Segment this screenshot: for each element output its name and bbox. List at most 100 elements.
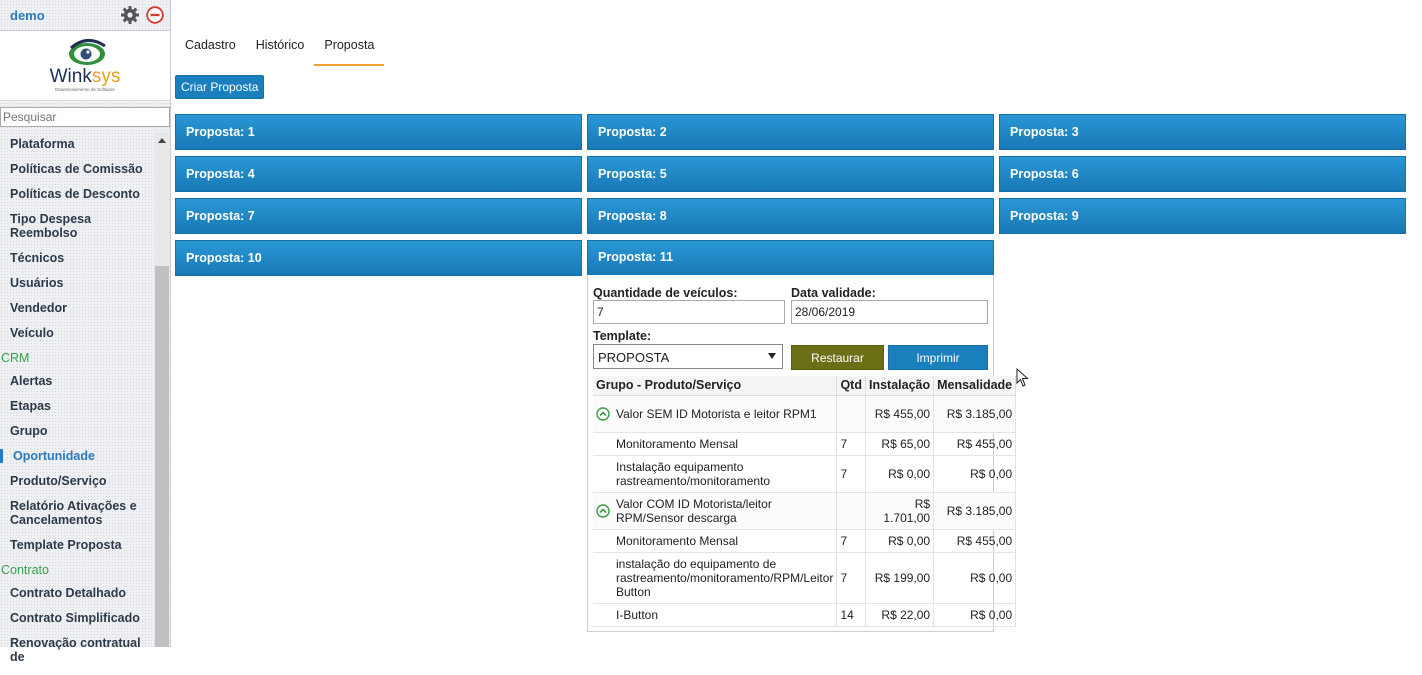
product-cell: instalação do equipamento de rastreament… xyxy=(593,552,838,604)
mouse-cursor-icon xyxy=(1016,368,1029,387)
sidebar-scrollbar-thumb[interactable] xyxy=(155,266,169,647)
mensalidade-cell: R$ 0,00 xyxy=(933,455,1017,493)
proposal-panel-7[interactable]: Proposta: 7 xyxy=(175,198,582,234)
data-validade-label: Data validade: xyxy=(791,286,876,300)
proposal-panel-9[interactable]: Proposta: 9 xyxy=(999,198,1406,234)
sidebar-item-relatorio[interactable]: Relatório Ativações e Cancelamentos xyxy=(0,499,155,527)
sidebar-item-oportunidade[interactable]: Oportunidade xyxy=(0,449,155,463)
mensalidade-cell: R$ 0,00 xyxy=(933,552,1017,604)
tab-bar: Cadastro Histórico Proposta xyxy=(175,34,385,66)
chevron-up-circle-icon[interactable] xyxy=(596,406,610,421)
instalacao-cell: R$ 199,00 xyxy=(865,552,935,604)
qtd-cell xyxy=(836,395,866,433)
qtd-cell: 7 xyxy=(836,432,866,456)
sidebar-section-contrato[interactable]: Contrato xyxy=(0,563,155,577)
qtd-input[interactable] xyxy=(593,300,785,324)
mensalidade-cell: R$ 3.185,00 xyxy=(933,492,1017,530)
table-row: Monitoramento Mensal 7 R$ 65,00 R$ 455,0… xyxy=(593,432,1017,456)
qtd-cell: 7 xyxy=(836,552,866,604)
instalacao-cell: R$ 0,00 xyxy=(865,529,935,553)
col-header-qtd: Qtd xyxy=(836,376,866,396)
mensalidade-cell: R$ 455,00 xyxy=(933,432,1017,456)
table-group-row[interactable]: Valor SEM ID Motorista e leitor RPM1 R$ … xyxy=(593,395,1017,433)
tab-cadastro[interactable]: Cadastro xyxy=(175,34,246,66)
sidebar-item-tipo-despesa[interactable]: Tipo Despesa Reembolso xyxy=(0,212,155,240)
instalacao-cell: R$ 0,00 xyxy=(865,455,935,493)
qtd-label: Quantidade de veículos: xyxy=(593,286,738,300)
sidebar-header: demo xyxy=(0,0,170,31)
sidebar-item-alertas[interactable]: Alertas xyxy=(0,374,155,388)
table-row: instalação do equipamento de rastreament… xyxy=(593,552,1017,604)
proposal-panel-4[interactable]: Proposta: 4 xyxy=(175,156,582,192)
instalacao-cell: R$ 22,00 xyxy=(865,603,935,627)
sidebar-item-etapas[interactable]: Etapas xyxy=(0,399,155,413)
table-row: Monitoramento Mensal 7 R$ 0,00 R$ 455,00 xyxy=(593,529,1017,553)
sidebar-item-tecnicos[interactable]: Técnicos xyxy=(0,251,155,265)
logo: Winksys Desenvolvimento de Software xyxy=(0,31,170,101)
group-cell: Valor SEM ID Motorista e leitor RPM1 xyxy=(593,395,838,433)
sidebar-item-politicas-comissao[interactable]: Políticas de Comissão xyxy=(0,162,155,176)
sidebar-item-politicas-desconto[interactable]: Políticas de Desconto xyxy=(0,187,155,201)
group-name: Valor SEM ID Motorista e leitor RPM1 xyxy=(616,406,817,421)
sidebar-item-plataforma[interactable]: Plataforma xyxy=(0,137,155,151)
product-cell: I-Button xyxy=(593,603,838,627)
sidebar-item-renovacao[interactable]: Renovação contratual de xyxy=(0,636,155,664)
svg-text:Desenvolvimento de Software: Desenvolvimento de Software xyxy=(55,87,115,92)
proposal-panel-2[interactable]: Proposta: 2 xyxy=(587,114,994,150)
sidebar-item-vendedor[interactable]: Vendedor xyxy=(0,301,155,315)
product-cell: Instalação equipamento rastreamento/moni… xyxy=(593,455,838,493)
col-header-mensalidade: Mensalidade xyxy=(933,376,1017,396)
col-header-grupo: Grupo - Produto/Serviço xyxy=(593,376,838,396)
tab-proposta[interactable]: Proposta xyxy=(314,34,385,66)
proposal-panel-1[interactable]: Proposta: 1 xyxy=(175,114,582,150)
proposal-panel-5[interactable]: Proposta: 5 xyxy=(587,156,994,192)
sidebar-item-usuarios[interactable]: Usuários xyxy=(0,276,155,290)
group-name: Valor COM ID Motorista/leitor RPM/Sensor… xyxy=(616,496,772,525)
data-validade-input[interactable] xyxy=(791,300,988,324)
qtd-cell: 7 xyxy=(836,455,866,493)
proposal-panel-10[interactable]: Proposta: 10 xyxy=(175,240,582,276)
sidebar-menu: Plataforma Políticas de Comissão Polític… xyxy=(0,132,155,675)
mensalidade-cell: R$ 0,00 xyxy=(933,603,1017,627)
table-group-row[interactable]: Valor COM ID Motorista/leitor RPM/Sensor… xyxy=(593,492,1017,530)
product-cell: Monitoramento Mensal xyxy=(593,529,838,553)
proposal-panel-11[interactable]: Proposta: 11 xyxy=(587,240,994,276)
qtd-cell: 14 xyxy=(836,603,866,627)
tab-historico[interactable]: Histórico xyxy=(246,34,315,66)
imprimir-button[interactable]: Imprimir xyxy=(888,345,988,370)
proposal-panel-3[interactable]: Proposta: 3 xyxy=(999,114,1406,150)
col-header-instalacao: Instalação xyxy=(865,376,935,396)
product-cell: Monitoramento Mensal xyxy=(593,432,838,456)
mensalidade-cell: R$ 455,00 xyxy=(933,529,1017,553)
chevron-up-circle-icon[interactable] xyxy=(596,503,610,518)
sidebar-item-grupo[interactable]: Grupo xyxy=(0,424,155,438)
table-row: Instalação equipamento rastreamento/moni… xyxy=(593,455,1017,493)
svg-text:Winksys: Winksys xyxy=(50,66,121,87)
restaurar-button[interactable]: Restaurar xyxy=(791,345,884,370)
proposal-panel-8[interactable]: Proposta: 8 xyxy=(587,198,994,234)
sidebar-item-template-proposta[interactable]: Template Proposta xyxy=(0,538,155,552)
criar-proposta-button[interactable]: Criar Proposta xyxy=(175,75,265,99)
template-label: Template: xyxy=(593,329,652,343)
instalacao-cell: R$ 1.701,00 xyxy=(865,492,935,530)
proposal-panel-6[interactable]: Proposta: 6 xyxy=(999,156,1406,192)
instalacao-cell: R$ 65,00 xyxy=(865,432,935,456)
chevron-down-icon xyxy=(768,353,776,359)
template-select[interactable]: PROPOSTA xyxy=(593,344,783,369)
scroll-up-icon[interactable] xyxy=(158,138,166,143)
gear-icon[interactable] xyxy=(120,5,140,25)
sidebar-section-crm[interactable]: CRM xyxy=(0,351,155,365)
table-header-row: Grupo - Produto/Serviço Qtd Instalação M… xyxy=(593,376,1017,396)
sidebar-item-veiculo[interactable]: Veículo xyxy=(0,326,155,340)
mensalidade-cell: R$ 3.185,00 xyxy=(933,395,1017,433)
sidebar-item-produto-servico[interactable]: Produto/Serviço xyxy=(0,474,155,488)
sidebar-item-contrato-detalhado[interactable]: Contrato Detalhado xyxy=(0,586,155,600)
qtd-cell: 7 xyxy=(836,529,866,553)
logout-icon[interactable] xyxy=(146,6,164,24)
user-name[interactable]: demo xyxy=(10,8,120,23)
proposal-items-table: Grupo - Produto/Serviço Qtd Instalação M… xyxy=(593,376,1017,627)
table-row: I-Button 14 R$ 22,00 R$ 0,00 xyxy=(593,603,1017,627)
sidebar-item-contrato-simplificado[interactable]: Contrato Simplificado xyxy=(0,611,155,625)
template-select-value: PROPOSTA xyxy=(598,350,670,365)
search-input[interactable] xyxy=(0,107,170,127)
